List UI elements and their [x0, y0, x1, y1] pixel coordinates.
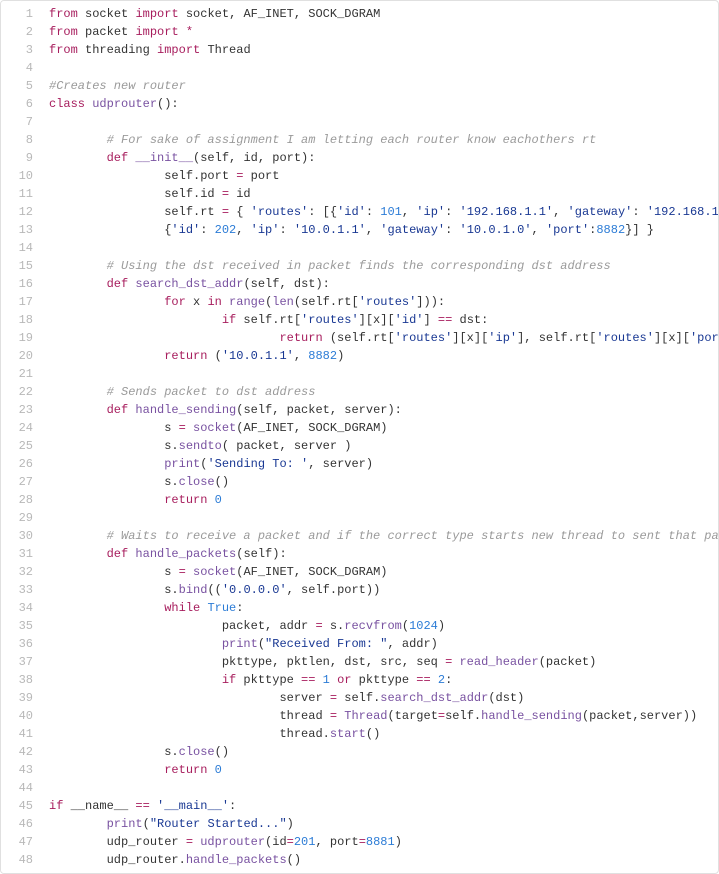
line-number: 17: [11, 293, 33, 311]
code-line[interactable]: from packet import *: [49, 23, 718, 41]
line-number: 9: [11, 149, 33, 167]
line-number: 21: [11, 365, 33, 383]
code-line[interactable]: def handle_packets(self):: [49, 545, 718, 563]
line-number: 7: [11, 113, 33, 131]
code-line[interactable]: s.close(): [49, 743, 718, 761]
code-line[interactable]: self.port = port: [49, 167, 718, 185]
line-number: 11: [11, 185, 33, 203]
line-number: 30: [11, 527, 33, 545]
code-line[interactable]: pkttype, pktlen, dst, src, seq = read_he…: [49, 653, 718, 671]
line-number: 19: [11, 329, 33, 347]
line-number: 40: [11, 707, 33, 725]
line-number: 20: [11, 347, 33, 365]
code-line[interactable]: #Creates new router: [49, 77, 718, 95]
code-content[interactable]: from socket import socket, AF_INET, SOCK…: [41, 1, 718, 873]
line-number: 36: [11, 635, 33, 653]
code-line[interactable]: thread.start(): [49, 725, 718, 743]
line-number: 29: [11, 509, 33, 527]
line-number: 18: [11, 311, 33, 329]
line-number: 45: [11, 797, 33, 815]
line-number: 39: [11, 689, 33, 707]
code-line[interactable]: return 0: [49, 761, 718, 779]
code-line[interactable]: self.id = id: [49, 185, 718, 203]
code-line[interactable]: [49, 113, 718, 131]
line-number: 12: [11, 203, 33, 221]
line-number: 13: [11, 221, 33, 239]
line-number: 47: [11, 833, 33, 851]
code-line[interactable]: print('Sending To: ', server): [49, 455, 718, 473]
line-number: 32: [11, 563, 33, 581]
code-line[interactable]: from threading import Thread: [49, 41, 718, 59]
code-line[interactable]: from socket import socket, AF_INET, SOCK…: [49, 5, 718, 23]
code-block: 1234567891011121314151617181920212223242…: [0, 0, 719, 874]
code-line[interactable]: self.rt = { 'routes': [{'id': 101, 'ip':…: [49, 203, 718, 221]
code-line[interactable]: for x in range(len(self.rt['routes'])):: [49, 293, 718, 311]
line-number: 8: [11, 131, 33, 149]
line-number: 14: [11, 239, 33, 257]
code-line[interactable]: packet, addr = s.recvfrom(1024): [49, 617, 718, 635]
code-line[interactable]: print("Router Started..."): [49, 815, 718, 833]
code-line[interactable]: return (self.rt['routes'][x]['ip'], self…: [49, 329, 718, 347]
code-line[interactable]: [49, 779, 718, 797]
code-line[interactable]: server = self.search_dst_addr(dst): [49, 689, 718, 707]
line-number: 1: [11, 5, 33, 23]
code-line[interactable]: udp_router = udprouter(id=201, port=8881…: [49, 833, 718, 851]
line-number: 2: [11, 23, 33, 41]
code-line[interactable]: s = socket(AF_INET, SOCK_DGRAM): [49, 419, 718, 437]
code-line[interactable]: [49, 365, 718, 383]
line-number: 27: [11, 473, 33, 491]
code-line[interactable]: def handle_sending(self, packet, server)…: [49, 401, 718, 419]
line-number-gutter: 1234567891011121314151617181920212223242…: [1, 1, 41, 873]
line-number: 23: [11, 401, 33, 419]
code-line[interactable]: def __init__(self, id, port):: [49, 149, 718, 167]
line-number: 33: [11, 581, 33, 599]
code-line[interactable]: if self.rt['routes'][x]['id'] == dst:: [49, 311, 718, 329]
line-number: 37: [11, 653, 33, 671]
line-number: 41: [11, 725, 33, 743]
code-line[interactable]: if pkttype == 1 or pkttype == 2:: [49, 671, 718, 689]
line-number: 44: [11, 779, 33, 797]
line-number: 28: [11, 491, 33, 509]
line-number: 5: [11, 77, 33, 95]
code-line[interactable]: # For sake of assignment I am letting ea…: [49, 131, 718, 149]
code-line[interactable]: # Sends packet to dst address: [49, 383, 718, 401]
code-line[interactable]: udp_router.handle_packets(): [49, 851, 718, 869]
line-number: 42: [11, 743, 33, 761]
code-line[interactable]: {'id': 202, 'ip': '10.0.1.1', 'gateway':…: [49, 221, 718, 239]
code-line[interactable]: [49, 239, 718, 257]
code-line[interactable]: def search_dst_addr(self, dst):: [49, 275, 718, 293]
line-number: 16: [11, 275, 33, 293]
line-number: 26: [11, 455, 33, 473]
code-line[interactable]: s.bind(('0.0.0.0', self.port)): [49, 581, 718, 599]
code-line[interactable]: return 0: [49, 491, 718, 509]
code-line[interactable]: if __name__ == '__main__':: [49, 797, 718, 815]
line-number: 22: [11, 383, 33, 401]
line-number: 4: [11, 59, 33, 77]
code-line[interactable]: class udprouter():: [49, 95, 718, 113]
code-line[interactable]: s.close(): [49, 473, 718, 491]
code-line[interactable]: print("Received From: ", addr): [49, 635, 718, 653]
line-number: 38: [11, 671, 33, 689]
code-line[interactable]: return ('10.0.1.1', 8882): [49, 347, 718, 365]
line-number: 3: [11, 41, 33, 59]
code-line[interactable]: [49, 509, 718, 527]
code-line[interactable]: s = socket(AF_INET, SOCK_DGRAM): [49, 563, 718, 581]
code-line[interactable]: s.sendto( packet, server ): [49, 437, 718, 455]
line-number: 43: [11, 761, 33, 779]
code-line[interactable]: while True:: [49, 599, 718, 617]
line-number: 48: [11, 851, 33, 869]
line-number: 10: [11, 167, 33, 185]
code-line[interactable]: [49, 59, 718, 77]
line-number: 25: [11, 437, 33, 455]
line-number: 31: [11, 545, 33, 563]
code-line[interactable]: # Using the dst received in packet finds…: [49, 257, 718, 275]
line-number: 46: [11, 815, 33, 833]
code-line[interactable]: thread = Thread(target=self.handle_sendi…: [49, 707, 718, 725]
line-number: 24: [11, 419, 33, 437]
line-number: 34: [11, 599, 33, 617]
line-number: 6: [11, 95, 33, 113]
line-number: 35: [11, 617, 33, 635]
line-number: 15: [11, 257, 33, 275]
code-line[interactable]: # Waits to receive a packet and if the c…: [49, 527, 718, 545]
